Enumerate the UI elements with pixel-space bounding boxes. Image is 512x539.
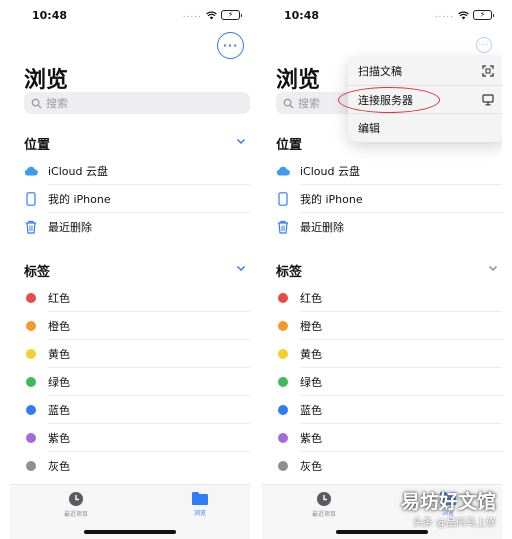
trash-icon — [24, 220, 38, 234]
red-dot-icon — [26, 293, 36, 303]
home-indicator — [336, 530, 428, 534]
status-time: 10:48 — [32, 9, 68, 22]
gray-dot-icon — [26, 461, 36, 471]
tab-bar: 最近项目 浏览 — [10, 484, 250, 539]
orange-dot-icon — [26, 321, 36, 331]
location-item-iphone[interactable]: 我的 iPhone — [276, 185, 502, 213]
ellipsis-icon: ··· — [478, 40, 490, 49]
tab-recent[interactable]: 最近项目 — [294, 491, 354, 518]
wifi-icon — [458, 11, 469, 20]
location-item-recently-deleted[interactable]: 最近删除 — [24, 213, 250, 241]
section-title-locations: 位置 — [24, 138, 51, 153]
section-locations[interactable]: 位置 — [24, 134, 250, 154]
scan-icon — [482, 65, 494, 77]
tab-recent[interactable]: 最近项目 — [46, 491, 106, 518]
search-placeholder: 搜索 — [298, 97, 320, 110]
monitor-icon — [482, 94, 494, 106]
more-options-button[interactable]: ··· — [217, 32, 244, 59]
trash-icon — [276, 220, 290, 234]
phone-icon — [276, 192, 290, 206]
tag-item-yellow[interactable]: 黄色 — [276, 340, 502, 368]
clock-icon — [317, 492, 331, 506]
location-item-icloud[interactable]: iCloud 云盘 — [24, 157, 250, 185]
location-item-icloud[interactable]: iCloud 云盘 — [276, 157, 502, 185]
wifi-icon — [206, 11, 217, 20]
tag-item-blue[interactable]: 蓝色 — [276, 396, 502, 424]
tag-item-green[interactable]: 绿色 — [276, 368, 502, 396]
chevron-down-icon[interactable] — [236, 263, 246, 273]
folder-icon — [192, 492, 208, 505]
red-dot-icon — [278, 293, 288, 303]
section-tags[interactable]: 标签 — [24, 261, 250, 281]
search-icon — [31, 98, 42, 109]
tag-item-yellow[interactable]: 黄色 — [24, 340, 250, 368]
tag-item-green[interactable]: 绿色 — [24, 368, 250, 396]
ellipsis-icon: ··· — [222, 39, 239, 52]
section-tags[interactable]: 标签 — [276, 261, 502, 281]
page-title: 浏览 — [24, 68, 69, 93]
tag-item-orange[interactable]: 橙色 — [24, 312, 250, 340]
search-field[interactable]: 搜索 — [24, 92, 250, 114]
watermark: 易坊好文馆 头条 @品码马上修 — [400, 491, 496, 529]
tag-item-blue[interactable]: 蓝色 — [24, 396, 250, 424]
home-indicator — [84, 530, 176, 534]
green-dot-icon — [278, 377, 288, 387]
purple-dot-icon — [278, 433, 288, 443]
search-icon — [283, 98, 294, 109]
location-item-iphone[interactable]: 我的 iPhone — [24, 185, 250, 213]
menu-item-scan-documents[interactable]: 扫描文稿 — [348, 57, 502, 85]
status-bar: 10:48 ..... ⚡ — [262, 9, 502, 25]
phone-screen-left: 10:48 ..... ⚡ ··· 浏览 搜索 位置 iCloud 云盘 我的 … — [10, 0, 250, 539]
phone-icon — [24, 192, 38, 206]
location-item-recently-deleted[interactable]: 最近删除 — [276, 213, 502, 241]
tag-item-orange[interactable]: 橙色 — [276, 312, 502, 340]
blue-dot-icon — [26, 405, 36, 415]
gray-dot-icon — [278, 461, 288, 471]
tag-item-gray[interactable]: 灰色 — [24, 452, 250, 480]
page-title: 浏览 — [276, 68, 321, 93]
chevron-down-icon[interactable] — [488, 263, 498, 273]
status-bar: 10:48 ..... ⚡ — [10, 9, 250, 25]
yellow-dot-icon — [26, 349, 36, 359]
clock-icon — [69, 492, 83, 506]
tag-item-red[interactable]: 红色 — [24, 284, 250, 312]
battery-icon: ⚡ — [221, 10, 242, 20]
purple-dot-icon — [26, 433, 36, 443]
orange-dot-icon — [278, 321, 288, 331]
status-time: 10:48 — [284, 9, 320, 22]
battery-icon: ⚡ — [473, 10, 494, 20]
signal-dots: ..... — [182, 10, 202, 20]
tag-item-red[interactable]: 红色 — [276, 284, 502, 312]
tag-item-purple[interactable]: 紫色 — [24, 424, 250, 452]
tag-item-gray[interactable]: 灰色 — [276, 452, 502, 480]
blue-dot-icon — [278, 405, 288, 415]
section-title-tags: 标签 — [24, 265, 51, 280]
section-title-locations: 位置 — [276, 138, 303, 153]
section-title-tags: 标签 — [276, 265, 303, 280]
more-options-button[interactable]: ··· — [476, 37, 492, 53]
search-placeholder: 搜索 — [46, 97, 68, 110]
cloud-icon — [24, 164, 38, 178]
yellow-dot-icon — [278, 349, 288, 359]
tag-item-purple[interactable]: 紫色 — [276, 424, 502, 452]
signal-dots: ..... — [434, 10, 454, 20]
cloud-icon — [276, 164, 290, 178]
highlight-annotation — [338, 87, 440, 113]
tab-browse[interactable]: 浏览 — [170, 491, 230, 517]
menu-item-edit[interactable]: 编辑 — [348, 113, 502, 141]
green-dot-icon — [26, 377, 36, 387]
chevron-down-icon[interactable] — [236, 136, 246, 146]
phone-screen-right: 10:48 ..... ⚡ ··· 浏览 搜索 位置 iCloud 云盘 我的 … — [262, 0, 502, 539]
